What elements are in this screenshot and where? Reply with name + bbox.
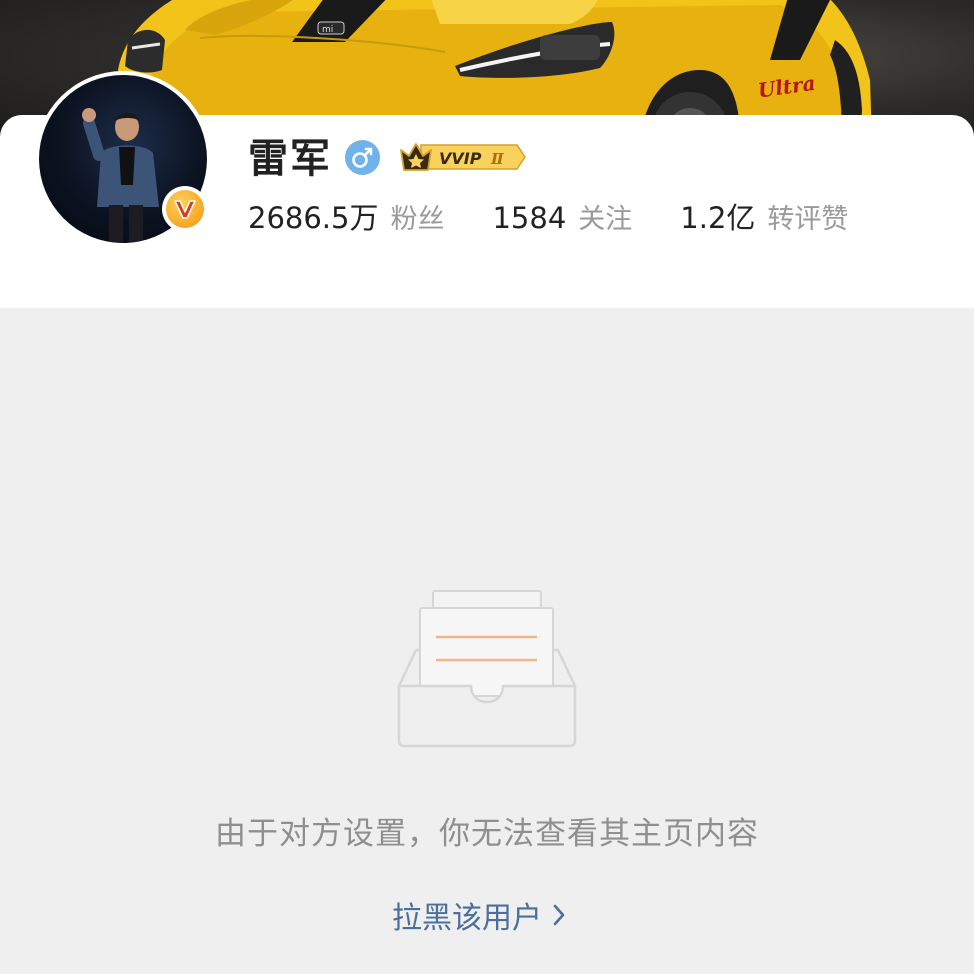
- block-user-link[interactable]: 拉黑该用户: [392, 893, 566, 937]
- empty-state-message: 由于对方设置，你无法查看其主页内容: [215, 816, 759, 852]
- male-icon: [345, 140, 380, 175]
- stat-following[interactable]: 1584 关注: [492, 197, 632, 236]
- profile-stats: 2686.5万 粉丝 1584 关注 1.2亿 转评赞: [248, 194, 848, 238]
- car-logo-text: mi: [322, 25, 333, 35]
- stat-followers[interactable]: 2686.5万 粉丝: [248, 195, 444, 237]
- stat-value: 1.2亿: [680, 201, 756, 235]
- vvip-badge[interactable]: VVIP Ⅱ: [399, 138, 527, 176]
- stat-label: 关注: [578, 203, 633, 235]
- empty-inbox-icon: [396, 588, 578, 750]
- profile-name: 雷军: [248, 136, 332, 182]
- v-verified-icon: [162, 186, 208, 232]
- v-letter-icon: [174, 200, 196, 219]
- vvip-level: Ⅱ: [490, 150, 505, 168]
- stat-label: 转评赞: [767, 204, 849, 235]
- stat-value: 2686.5万: [248, 201, 379, 235]
- stat-value: 1584: [492, 200, 567, 235]
- vvip-label: VVIP: [439, 149, 482, 168]
- stat-label: 粉丝: [390, 204, 445, 235]
- block-user-label: 拉黑该用户: [392, 901, 542, 936]
- stat-interactions[interactable]: 1.2亿 转评赞: [680, 195, 848, 237]
- chevron-right-icon: [553, 904, 565, 926]
